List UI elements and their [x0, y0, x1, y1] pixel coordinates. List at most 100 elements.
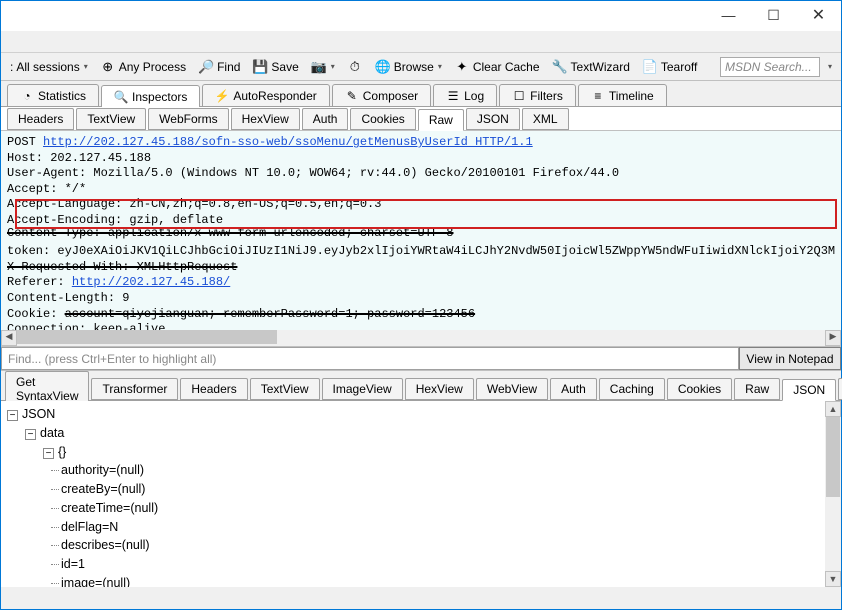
msdn-search-input[interactable]: MSDN Search... — [720, 57, 820, 77]
tree-field[interactable]: image=(null) — [7, 574, 835, 587]
resptab-auth[interactable]: Auth — [550, 378, 597, 400]
sessions-filter-label: All sessions — [16, 60, 79, 74]
tab-log[interactable]: ☰Log — [433, 84, 497, 106]
raw-line: Content-Length: 9 — [7, 291, 835, 307]
reqtab-xml[interactable]: XML — [522, 108, 569, 130]
resptab-transformer[interactable]: Transformer — [91, 378, 178, 400]
raw-line: User-Agent: Mozilla/5.0 (Windows NT 10.0… — [7, 166, 835, 182]
scroll-track[interactable] — [17, 330, 825, 346]
tree-label: JSON — [22, 407, 55, 421]
tab-autoresponder[interactable]: ⚡AutoResponder — [202, 84, 329, 106]
tree-field[interactable]: delFlag=N — [7, 518, 835, 537]
raw-line-token: token: eyJ0eXAiOiJKV1QiLCJhbGciOiJIUzI1N… — [7, 244, 835, 260]
resptab-json[interactable]: JSON — [782, 379, 836, 401]
json-tree-pane[interactable]: −JSON −data −{} authority=(null) createB… — [1, 401, 841, 587]
collapse-icon[interactable]: − — [43, 448, 54, 459]
reqtab-headers[interactable]: Headers — [7, 108, 74, 130]
binoculars-icon: 🔎 — [198, 59, 214, 75]
tree-field[interactable]: id=1 — [7, 555, 835, 574]
timeline-icon: ≡ — [591, 89, 605, 103]
view-in-notepad-button[interactable]: View in Notepad — [739, 347, 841, 370]
tree-object[interactable]: −{} — [7, 443, 835, 462]
tab-statistics[interactable]: ◔Statistics — [7, 84, 99, 106]
tab-label: Filters — [530, 89, 563, 103]
scroll-thumb[interactable] — [17, 330, 277, 344]
vertical-scrollbar[interactable]: ▲ ▼ — [825, 401, 841, 587]
reqtab-raw[interactable]: Raw — [418, 109, 464, 131]
resptab-webview[interactable]: WebView — [476, 378, 548, 400]
reqtab-webforms[interactable]: WebForms — [148, 108, 228, 130]
clear-cache-button[interactable]: ✦Clear Cache — [449, 57, 545, 77]
scroll-down-icon[interactable]: ▼ — [825, 571, 841, 587]
resptab-imageview[interactable]: ImageView — [322, 378, 403, 400]
reqtab-auth[interactable]: Auth — [302, 108, 349, 130]
bolt-icon: ⚡ — [215, 89, 229, 103]
resptab-headers[interactable]: Headers — [180, 378, 247, 400]
keep-icon: ⏱ — [347, 59, 363, 75]
resptab-cookies[interactable]: Cookies — [667, 378, 732, 400]
keep-button[interactable]: ⏱ — [342, 57, 368, 77]
tab-timeline[interactable]: ≡Timeline — [578, 84, 667, 106]
scroll-right-icon[interactable]: ▶ — [825, 330, 841, 346]
reqtab-textview[interactable]: TextView — [76, 108, 146, 130]
tree-root[interactable]: −JSON — [7, 405, 835, 424]
scroll-left-icon[interactable]: ◀ — [1, 330, 17, 346]
tree-field[interactable]: createBy=(null) — [7, 480, 835, 499]
request-url-link[interactable]: http://202.127.45.188/sofn-sso-web/ssoMe… — [43, 135, 533, 149]
tab-composer[interactable]: ✎Composer — [332, 84, 431, 106]
scroll-up-icon[interactable]: ▲ — [825, 401, 841, 417]
scroll-thumb[interactable] — [826, 417, 840, 497]
tearoff-icon: 📄 — [642, 59, 658, 75]
browse-label: Browse — [394, 60, 434, 74]
minimize-button[interactable]: — — [706, 1, 751, 29]
target-icon: ⊕ — [100, 59, 116, 75]
menu-bar-area — [1, 31, 841, 53]
save-label: Save — [271, 60, 298, 74]
tree-field[interactable]: authority=(null) — [7, 461, 835, 480]
browse-button[interactable]: 🌐Browse▾ — [370, 57, 447, 77]
find-input[interactable]: Find... (press Ctrl+Enter to highlight a… — [1, 347, 739, 370]
textwizard-button[interactable]: 🔧TextWizard — [547, 57, 635, 77]
tree-label: data — [40, 426, 64, 440]
window-title-bar: — ☐ ✕ — [1, 1, 841, 31]
resptab-raw[interactable]: Raw — [734, 378, 780, 400]
tree-field[interactable]: createTime=(null) — [7, 499, 835, 518]
horizontal-scrollbar[interactable]: ◀ ▶ — [1, 330, 841, 346]
collapse-icon[interactable]: − — [7, 410, 18, 421]
tab-filters[interactable]: ☐ Filters — [499, 84, 576, 106]
raw-line: Host: 202.127.45.188 — [7, 151, 835, 167]
raw-request-pane[interactable]: POST http://202.127.45.188/sofn-sso-web/… — [1, 131, 841, 347]
filter-icon: ☐ — [512, 89, 526, 103]
tab-label: Composer — [363, 89, 418, 103]
resptab-caching[interactable]: Caching — [599, 378, 665, 400]
save-button[interactable]: 💾Save — [247, 57, 303, 77]
stats-icon: ◔ — [20, 89, 34, 103]
tab-label: Inspectors — [132, 90, 187, 104]
tree-field[interactable]: describes=(null) — [7, 536, 835, 555]
collapse-icon[interactable]: − — [25, 429, 36, 440]
main-toolbar: : All sessions▾ ⊕Any Process 🔎Find 💾Save… — [1, 53, 841, 81]
camera-button[interactable]: 📷▾ — [306, 57, 340, 77]
tearoff-button[interactable]: 📄Tearoff — [637, 57, 702, 77]
raw-line-xreq: X-Requested-With: XMLHttpRequest — [7, 260, 835, 276]
tree-label: {} — [58, 445, 66, 459]
resptab-xml[interactable]: XML — [838, 378, 842, 400]
disk-icon: 💾 — [252, 59, 268, 75]
reqtab-json[interactable]: JSON — [466, 108, 520, 130]
tree-data[interactable]: −data — [7, 424, 835, 443]
camera-icon: 📷 — [311, 59, 327, 75]
find-button[interactable]: 🔎Find — [193, 57, 245, 77]
sessions-filter[interactable]: : All sessions▾ — [5, 58, 93, 76]
reqtab-hexview[interactable]: HexView — [231, 108, 300, 130]
any-process-button[interactable]: ⊕Any Process — [95, 57, 191, 77]
raw-line: Accept: */* — [7, 182, 835, 198]
tab-inspectors[interactable]: 🔍Inspectors — [101, 85, 200, 107]
find-label: Find — [217, 60, 240, 74]
referer-link[interactable]: http://202.127.45.188/ — [72, 275, 230, 289]
resptab-textview[interactable]: TextView — [250, 378, 320, 400]
toolbar-more[interactable]: ▾ — [822, 60, 837, 73]
close-button[interactable]: ✕ — [796, 1, 841, 29]
reqtab-cookies[interactable]: Cookies — [350, 108, 415, 130]
resptab-hexview[interactable]: HexView — [405, 378, 474, 400]
maximize-button[interactable]: ☐ — [751, 1, 796, 29]
